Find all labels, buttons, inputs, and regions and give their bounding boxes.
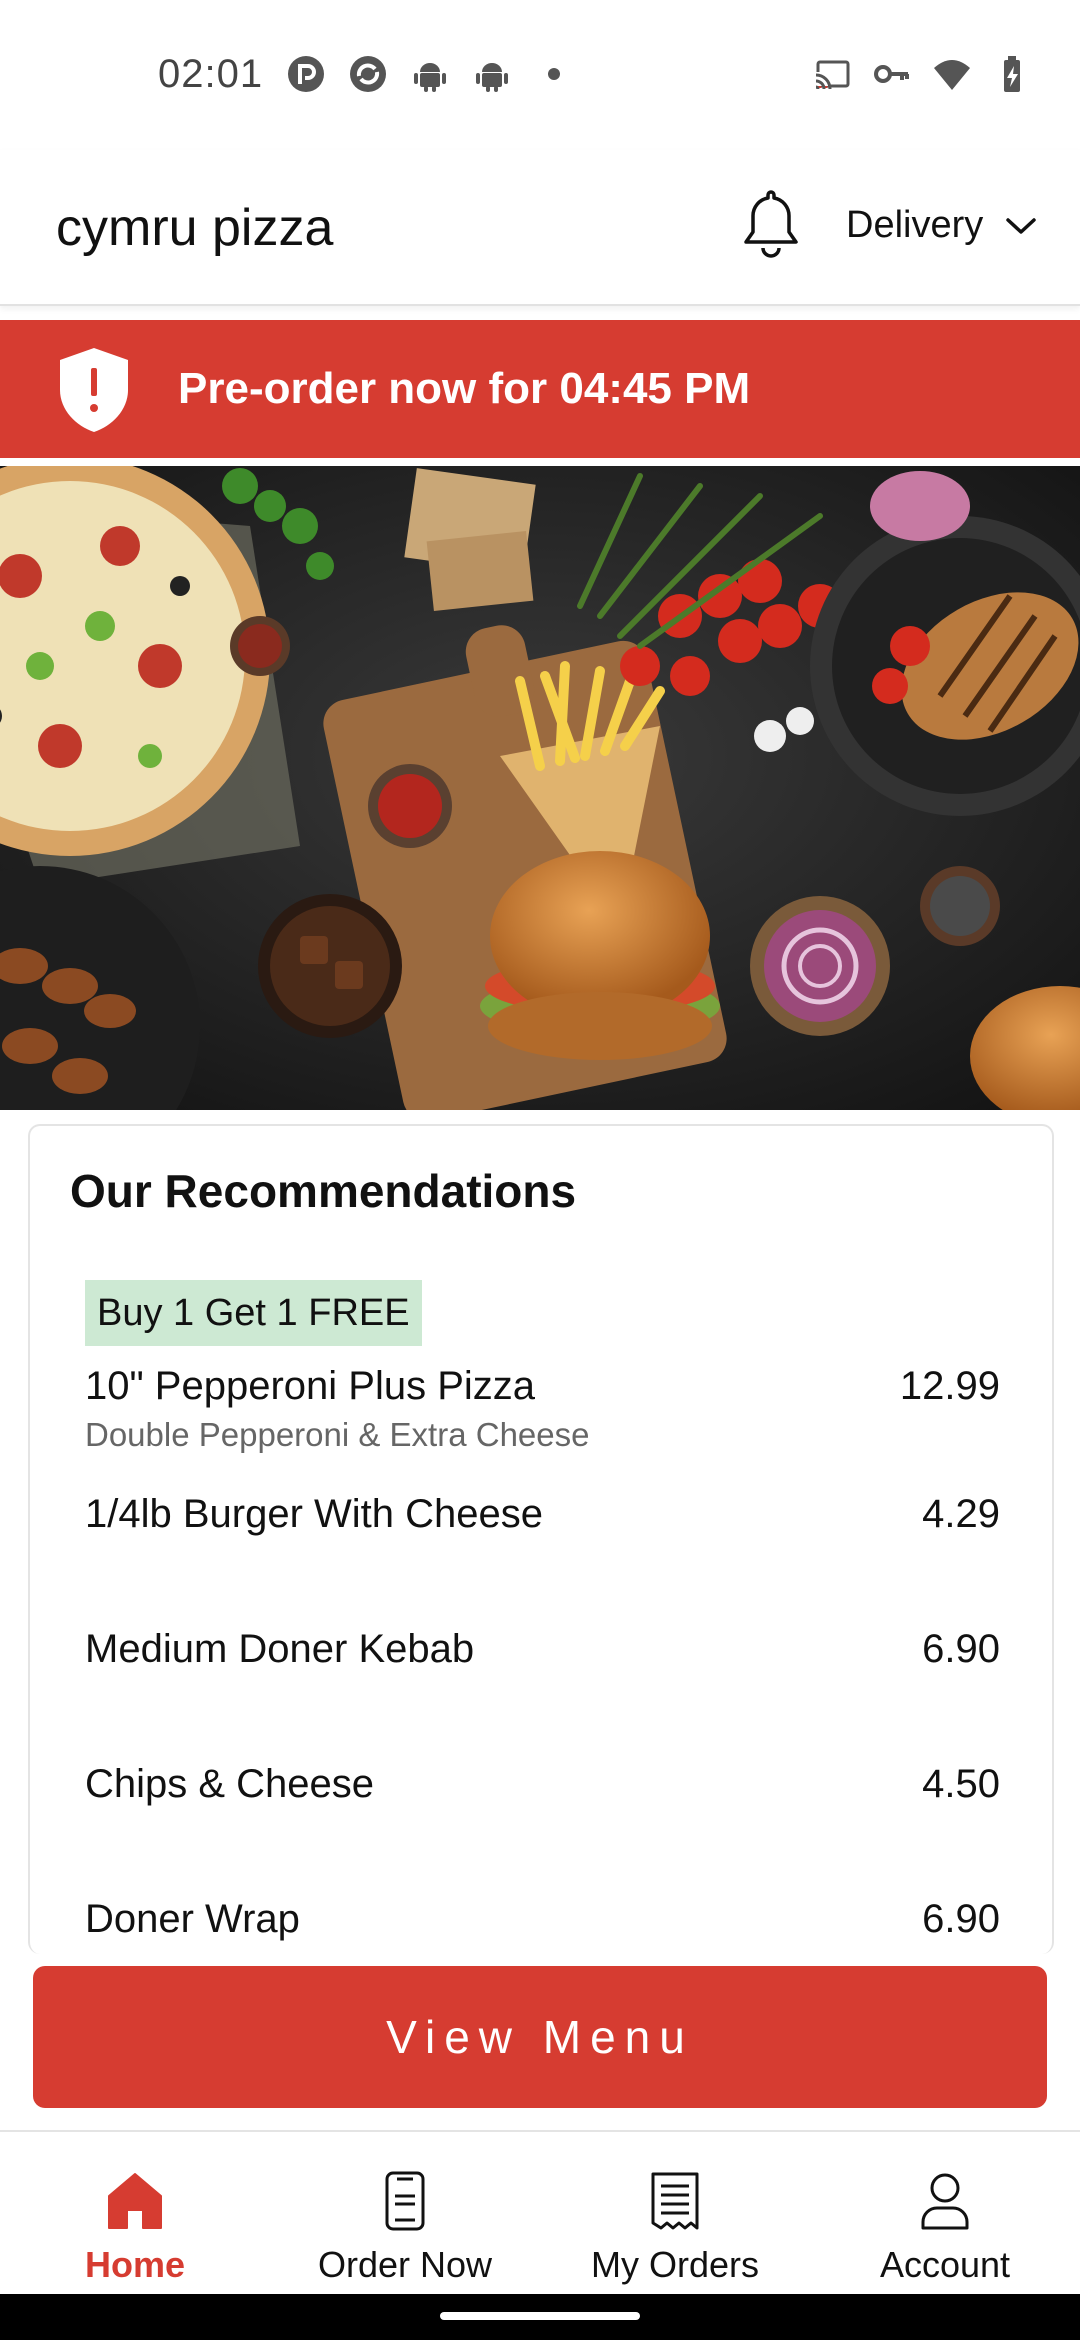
item-price: 4.50	[922, 1762, 1000, 1806]
nav-label-order-now: Order Now	[317, 2244, 493, 2285]
nav-label-home: Home	[84, 2244, 186, 2285]
item-name: Chips & Cheese	[85, 1762, 375, 1806]
sync-app-icon	[350, 56, 386, 92]
promo-badge: Buy 1 Get 1 FREE	[85, 1280, 422, 1346]
recommendation-item-pepperoni-pizza[interactable]: 10" Pepperoni Plus Pizza Double Pepperon…	[85, 1364, 1000, 1474]
cast-icon	[815, 60, 850, 90]
item-description: Double Pepperoni & Extra Cheese	[85, 1416, 590, 1453]
home-icon	[108, 2173, 162, 2229]
dot-icon	[548, 68, 560, 80]
nav-label-my-orders: My Orders	[590, 2244, 759, 2285]
shield-alert-icon	[60, 348, 128, 432]
nav-item-my-orders[interactable]: My Orders	[540, 2132, 810, 2294]
recommendations-title: Our Recommendations	[70, 1165, 577, 1217]
bell-icon[interactable]	[738, 186, 804, 262]
recommendations-card: Our Recommendations Buy 1 Get 1 FREE 10"…	[28, 1124, 1054, 1954]
android-icon	[476, 63, 508, 92]
status-icons-left	[286, 54, 574, 94]
recommendation-item-chips-cheese[interactable]: Chips & Cheese 4.50	[85, 1762, 1000, 1872]
view-menu-button[interactable]: View Menu	[33, 1966, 1047, 2108]
item-price: 4.29	[922, 1492, 1000, 1536]
item-price: 6.90	[922, 1627, 1000, 1671]
nav-item-home[interactable]: Home	[0, 2132, 270, 2294]
status-bar: 02:01	[0, 0, 1080, 150]
person-icon	[921, 2173, 969, 2230]
food-spread-illustration	[0, 466, 1080, 1110]
recommendation-item-doner-kebab[interactable]: Medium Doner Kebab 6.90	[85, 1627, 1000, 1737]
item-name: Doner Wrap	[85, 1897, 300, 1941]
receipt-icon	[651, 2172, 699, 2230]
status-icons-right	[812, 54, 1032, 94]
status-time: 02:01	[158, 52, 264, 96]
item-name: 10" Pepperoni Plus Pizza	[85, 1364, 536, 1408]
recommendation-item-doner-wrap[interactable]: Doner Wrap 6.90	[85, 1897, 1000, 1954]
pocket-casts-icon	[288, 56, 324, 92]
battery-charging-icon	[1004, 56, 1020, 92]
delivery-mode-label: Delivery	[846, 204, 984, 246]
system-gesture-bar	[0, 2294, 1080, 2340]
item-price: 12.99	[899, 1364, 1000, 1408]
nav-item-order-now[interactable]: Order Now	[270, 2132, 540, 2294]
preorder-banner-text: Pre-order now for 04:45 PM	[178, 364, 751, 413]
bottom-navigation: Home Order Now My Orders Account	[0, 2130, 1080, 2294]
phone-order-icon	[385, 2171, 425, 2231]
preorder-banner: Pre-order now for 04:45 PM	[0, 320, 1080, 458]
app-header: cymru pizza Delivery	[0, 150, 1080, 306]
hero-food-image	[0, 466, 1080, 1110]
delivery-mode-selector[interactable]: Delivery	[846, 204, 1037, 247]
recommendation-item-burger[interactable]: 1/4lb Burger With Cheese 4.29	[85, 1492, 1000, 1602]
nav-item-account[interactable]: Account	[810, 2132, 1080, 2294]
vpn-key-icon	[874, 65, 909, 83]
gesture-handle[interactable]	[440, 2312, 640, 2320]
item-price: 6.90	[922, 1897, 1000, 1941]
item-name: Medium Doner Kebab	[85, 1627, 475, 1671]
shop-title: cymru pizza	[56, 199, 334, 257]
item-name: 1/4lb Burger With Cheese	[85, 1492, 544, 1536]
nav-label-account: Account	[879, 2244, 1011, 2285]
android-icon	[414, 63, 446, 92]
wifi-icon	[934, 60, 970, 90]
chevron-down-icon	[1006, 217, 1036, 234]
